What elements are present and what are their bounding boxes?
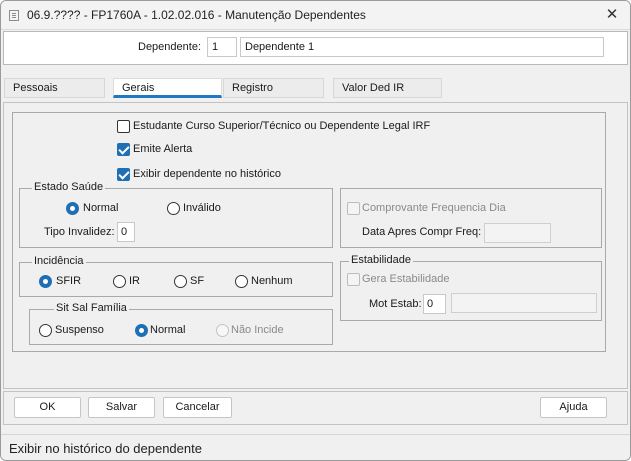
estado-invalido-label: Inválido [183, 202, 221, 214]
radio-incidencia-ir[interactable] [113, 275, 126, 288]
incidencia-nenhum-label: Nenhum [251, 275, 293, 287]
gera-estabilidade-label: Gera Estabilidade [362, 273, 450, 285]
sit-sal-familia-title: Sit Sal Família [54, 302, 129, 314]
gera-estabilidade-checkbox[interactable] [347, 273, 360, 286]
estado-saude-title: Estado Saúde [32, 181, 106, 193]
mot-estab-desc-field[interactable] [451, 293, 597, 313]
estabilidade-group: Estabilidade Gera Estabilidade Mot Estab… [340, 254, 602, 321]
dependente-label: Dependente: [138, 41, 201, 53]
radio-sit-suspenso[interactable] [39, 324, 52, 337]
mot-estab-field[interactable]: 0 [423, 294, 446, 314]
title-bar: 06.9.???? - FP1760A - 1.02.02.016 - Manu… [1, 1, 630, 30]
sit-suspenso-label: Suspenso [55, 324, 104, 336]
incidencia-sfir-label: SFIR [56, 275, 82, 287]
comprovante-label: Comprovante Frequencia Dia [362, 202, 506, 214]
document-icon [9, 10, 19, 21]
sit-nao-incide-label: Não Incide [231, 324, 284, 336]
radio-sit-normal[interactable] [135, 324, 148, 337]
estudante-label: Estudante Curso Superior/Técnico ou Depe… [133, 120, 431, 132]
exibir-historico-label: Exibir dependente no histórico [133, 168, 281, 180]
tab-bar: Pessoais Gerais Registro Valor Ded IR [1, 74, 630, 101]
ok-button[interactable]: OK [14, 397, 81, 418]
estado-saude-group: Estado Saúde Normal Inválido Tipo Invali… [19, 181, 333, 248]
incidencia-sf-label: SF [190, 275, 205, 287]
salvar-button[interactable]: Salvar [88, 397, 155, 418]
comprovante-group: Comprovante Frequencia Dia Data Apres Co… [340, 188, 602, 248]
ajuda-button[interactable]: Ajuda [540, 397, 607, 418]
dependente-header-panel: Dependente: 1 Dependente 1 [3, 31, 628, 65]
window-title: 06.9.???? - FP1760A - 1.02.02.016 - Manu… [27, 8, 366, 22]
data-apres-label: Data Apres Compr Freq: [362, 226, 482, 238]
button-bar: OK Salvar Cancelar Ajuda [3, 391, 628, 425]
gerais-content: Estudante Curso Superior/Técnico ou Depe… [12, 112, 606, 352]
estudante-checkbox[interactable] [117, 120, 130, 133]
exibir-historico-checkbox[interactable] [117, 168, 130, 181]
estabilidade-title: Estabilidade [349, 254, 413, 266]
status-text: Exibir no histórico do dependente [9, 441, 202, 456]
tab-gerais[interactable]: Gerais [113, 78, 222, 98]
incidencia-title: Incidência [32, 255, 86, 267]
tipo-invalidez-label: Tipo Invalidez: [44, 226, 115, 238]
radio-sit-nao-incide[interactable] [216, 324, 229, 337]
radio-incidencia-nenhum[interactable] [235, 275, 248, 288]
radio-incidencia-sfir[interactable] [39, 275, 52, 288]
incidencia-group: Incidência SFIR IR SF Nenhum [19, 255, 333, 297]
comprovante-checkbox[interactable] [347, 202, 360, 215]
dependente-number-field[interactable]: 1 [207, 37, 237, 57]
dialog-window: 06.9.???? - FP1760A - 1.02.02.016 - Manu… [0, 0, 631, 461]
dependente-name-field[interactable]: Dependente 1 [240, 37, 604, 57]
emite-alerta-label: Emite Alerta [133, 143, 193, 155]
tipo-invalidez-field[interactable]: 0 [117, 222, 135, 242]
mot-estab-label: Mot Estab: [369, 298, 422, 310]
data-apres-field[interactable] [484, 223, 551, 243]
incidencia-ir-label: IR [129, 275, 140, 287]
sit-normal-label: Normal [150, 324, 186, 336]
cancelar-button[interactable]: Cancelar [163, 397, 232, 418]
close-button[interactable]: ✕ [599, 4, 625, 26]
gerais-tab-panel: Estudante Curso Superior/Técnico ou Depe… [3, 102, 628, 389]
tab-valor-ded-ir[interactable]: Valor Ded IR [333, 78, 442, 98]
tab-registro[interactable]: Registro [223, 78, 324, 98]
radio-incidencia-sf[interactable] [174, 275, 187, 288]
tab-pessoais[interactable]: Pessoais [4, 78, 105, 98]
sit-sal-familia-group: Sit Sal Família Suspenso Normal Não Inci… [29, 302, 333, 345]
status-bar: Exibir no histórico do dependente [1, 434, 630, 460]
estado-normal-label: Normal [83, 202, 119, 214]
emite-alerta-checkbox[interactable] [117, 143, 130, 156]
radio-estado-normal[interactable] [66, 202, 79, 215]
radio-estado-invalido[interactable] [167, 202, 180, 215]
